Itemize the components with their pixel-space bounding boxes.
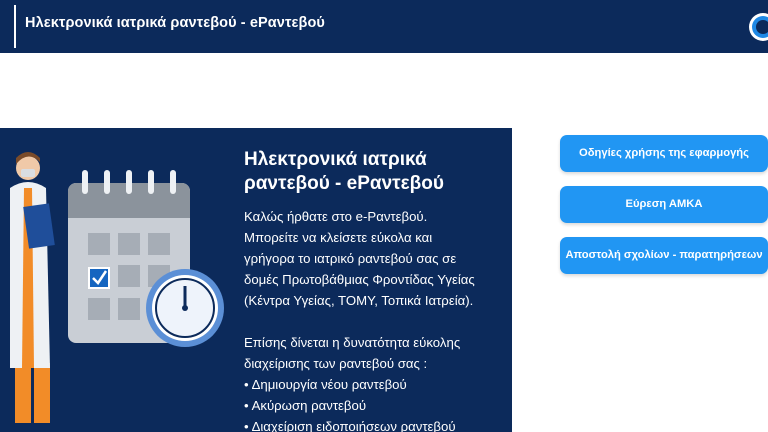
send-feedback-button[interactable]: Αποστολή σχολίων - παρατηρήσεων	[560, 237, 768, 274]
app-title: Ηλεκτρονικά ιατρικά ραντεβού - eΡαντεβού	[25, 15, 325, 31]
description-line: Επίσης δίνεται η δυνατότητα εύκολης	[244, 335, 461, 350]
instructions-button[interactable]: Οδηγίες χρήσης της εφαρμογής	[560, 135, 768, 172]
description-line: γρήγορα το ιατρικό ραντεβού σας σε	[244, 251, 457, 266]
welcome-line: Καλώς ήρθατε στο e-Ραντεβού.	[244, 209, 428, 224]
panel-heading: Ηλεκτρονικά ιατρικά ραντεβού - eΡαντεβού	[244, 148, 504, 196]
doctor-calendar-illustration	[10, 152, 224, 423]
feature-item: Διαχείριση ειδοποιήσεων ραντεβού	[244, 416, 506, 432]
header-divider	[14, 5, 16, 48]
panel-description: Καλώς ήρθατε στο e-Ραντεβού. Μπορείτε να…	[244, 206, 506, 432]
description-line: διαχείρισης των ραντεβού σας :	[244, 356, 428, 371]
top-bar: Ηλεκτρονικά ιατρικά ραντεβού - eΡαντεβού	[0, 0, 768, 53]
description-line: (Κέντρα Υγείας, ΤΟΜΥ, Τοπικά Ιατρεία).	[244, 293, 474, 308]
find-amka-button[interactable]: Εύρεση ΑΜΚΑ	[560, 186, 768, 223]
panel-heading-line: Ηλεκτρονικά ιατρικά	[244, 149, 427, 170]
logo-icon[interactable]	[748, 12, 768, 42]
panel-heading-line: ραντεβού - eΡαντεβού	[244, 173, 444, 194]
clock-icon	[146, 269, 224, 347]
feature-item: Δημιουργία νέου ραντεβού	[244, 374, 506, 395]
doctor-illustration	[10, 152, 55, 423]
feature-list: Δημιουργία νέου ραντεβού Ακύρωση ραντεβο…	[244, 374, 506, 432]
description-line: Μπορείτε να κλείσετε εύκολα και	[244, 230, 433, 245]
intro-panel: Ηλεκτρονικά ιατρικά ραντεβού - eΡαντεβού…	[0, 128, 512, 432]
feature-item: Ακύρωση ραντεβού	[244, 395, 506, 416]
description-line: δομές Πρωτοβάθμιας Φροντίδας Υγείας	[244, 272, 475, 287]
